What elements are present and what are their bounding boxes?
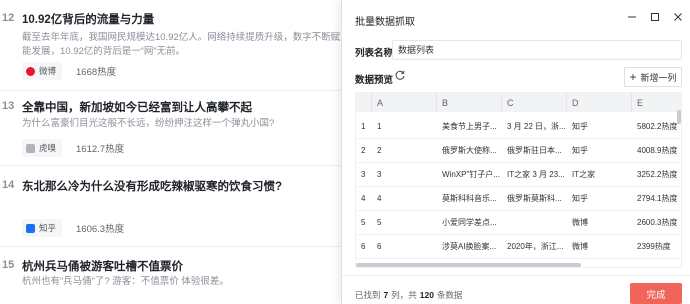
batch-scrape-dialog: 批量数据抓取 列表名称: 数据列表 数据预览 + 新增一列 A B C D E 1 1 美食节… <box>341 0 690 304</box>
row-divider <box>356 258 681 259</box>
item-desc: 截至去年年底，我国网民规模达10.92亿人。网络持续提质升级，数字不断赋能发展，… <box>22 32 341 57</box>
status-text: 已找到 7 列，共 120 条数据 <box>355 289 462 301</box>
column-header[interactable]: E <box>632 93 681 112</box>
table-cell[interactable]: 4 <box>372 186 437 210</box>
hot-list: 12 10.92亿背后的流量与力量 截至去年年底，我国网民规模达10.92亿人。… <box>0 0 345 304</box>
minimize-icon[interactable] <box>625 9 639 25</box>
status-mid: 列，共 <box>391 290 417 300</box>
list-item[interactable]: 13 全靠中国，新加坡如今已经富到让人高攀不起 为什么富豪们目光这般不长远，纷纷… <box>0 91 345 163</box>
table-cell[interactable]: 5802.2热度 <box>632 114 681 138</box>
item-desc: 杭州也有“兵马俑”了? 游客：不值票价 体验很差。 <box>22 276 229 287</box>
row-number[interactable]: 3 <box>356 162 372 186</box>
table-cell[interactable]: 2020年，浙江... <box>502 234 567 258</box>
table-cell[interactable]: 3 <box>372 162 437 186</box>
source-name: 知乎 <box>39 223 57 233</box>
table-cell[interactable]: 知乎 <box>567 138 632 162</box>
table-cell[interactable]: 俄罗斯莫斯科... <box>502 186 567 210</box>
status-row-count: 120 <box>419 290 434 300</box>
close-icon[interactable] <box>671 9 685 25</box>
row-number[interactable]: 6 <box>356 234 372 258</box>
rank-number: 13 <box>2 100 15 112</box>
table-cell[interactable] <box>502 210 567 234</box>
item-title[interactable]: 全靠中国，新加坡如今已经富到让人高攀不起 <box>22 99 252 115</box>
table-cell[interactable]: 6 <box>372 234 437 258</box>
hot-value: 1612.7热度 <box>76 144 125 155</box>
column-header[interactable]: D <box>567 93 632 112</box>
huxiu-icon <box>26 143 35 153</box>
item-title[interactable]: 10.92亿背后的流量与力量 <box>22 11 154 27</box>
list-name-input[interactable]: 数据列表 <box>392 40 682 60</box>
table-cell[interactable]: IT之家 <box>567 162 632 186</box>
source-name: 微博 <box>39 66 57 76</box>
source-badge: 微博 <box>22 62 63 80</box>
table-cell[interactable]: 微博 <box>567 234 632 258</box>
zhihu-icon <box>26 223 35 233</box>
table-cell[interactable]: 小爱同学差点... <box>437 210 502 234</box>
table-cell[interactable]: 知乎 <box>567 186 632 210</box>
hot-value: 1606.3热度 <box>76 224 125 235</box>
rank-number: 12 <box>2 12 15 24</box>
status-column-count: 7 <box>383 290 389 300</box>
table-cell[interactable]: 微博 <box>567 210 632 234</box>
column-header[interactable]: B <box>437 93 502 112</box>
vertical-scrollbar[interactable] <box>677 110 681 124</box>
row-number[interactable]: 2 <box>356 138 372 162</box>
list-item[interactable]: 15 杭州兵马俑被游客吐槽不值票价 杭州也有“兵马俑”了? 游客：不值票价 体验… <box>0 247 345 304</box>
list-item[interactable]: 14 东北那么冷为什么没有形成吃辣椒驱寒的饮食习惯? 知乎 1606.3热度 <box>0 166 345 246</box>
preview-table: A B C D E 1 1 美食节上男子... 3 月 22 日，浙... 知乎 5802.2热度 2… <box>355 92 682 268</box>
rank-number: 14 <box>2 179 15 191</box>
item-meta: 知乎 1606.3热度 <box>22 219 124 237</box>
table-cell[interactable]: 2600.3热度 <box>632 210 681 234</box>
column-header[interactable]: C <box>502 93 567 112</box>
table-cell[interactable]: 5 <box>372 210 437 234</box>
footer-divider <box>342 275 690 276</box>
status-suffix: 条数据 <box>436 290 463 300</box>
table-cell[interactable]: 俄罗斯驻日本... <box>502 138 567 162</box>
table-cell[interactable]: 4008.9热度 <box>632 138 681 162</box>
add-column-label: 新增一列 <box>640 72 677 83</box>
table-cell[interactable]: IT之家 3 月 23... <box>502 162 567 186</box>
page: 12 10.92亿背后的流量与力量 截至去年年底，我国网民规模达10.92亿人。… <box>0 0 690 304</box>
plus-icon: + <box>629 70 637 84</box>
table-cell[interactable]: 2399热度 <box>632 234 681 258</box>
hot-value: 1668热度 <box>76 67 117 78</box>
table-cell[interactable]: 3252.2热度 <box>632 162 681 186</box>
source-badge: 虎嗅 <box>22 139 63 157</box>
item-title[interactable]: 东北那么冷为什么没有形成吃辣椒驱寒的饮食习惯? <box>22 178 282 194</box>
item-meta: 虎嗅 1612.7热度 <box>22 139 124 157</box>
refresh-icon[interactable] <box>394 69 406 81</box>
table-cell[interactable]: 俄罗斯大使称... <box>437 138 502 162</box>
source-badge: 知乎 <box>22 219 63 237</box>
table-cell[interactable]: 涉莫AI换脸案... <box>437 234 502 258</box>
table-cell[interactable]: 莫斯科科音乐... <box>437 186 502 210</box>
column-header[interactable]: A <box>372 93 437 112</box>
row-number[interactable]: 1 <box>356 114 372 138</box>
item-title[interactable]: 杭州兵马俑被游客吐槽不值票价 <box>22 258 183 274</box>
table-cell[interactable]: WinXP"钉子户... <box>437 162 502 186</box>
column-header[interactable] <box>356 93 372 112</box>
row-number[interactable]: 5 <box>356 210 372 234</box>
table-cell[interactable]: 2 <box>372 138 437 162</box>
list-name-label: 列表名称: <box>355 48 397 59</box>
table-cell[interactable]: 1 <box>372 114 437 138</box>
status-prefix: 已找到 <box>355 290 381 300</box>
add-column-button[interactable]: + 新增一列 <box>624 67 682 87</box>
done-button[interactable]: 完成 <box>630 283 682 304</box>
row-number[interactable]: 4 <box>356 186 372 210</box>
table-cell[interactable]: 2794.1热度 <box>632 186 681 210</box>
preview-label: 数据预览 <box>355 75 394 86</box>
rank-number: 15 <box>2 259 15 271</box>
item-meta: 微博 1668热度 <box>22 62 116 80</box>
maximize-icon[interactable] <box>648 9 662 25</box>
list-item[interactable]: 12 10.92亿背后的流量与力量 截至去年年底，我国网民规模达10.92亿人。… <box>0 0 345 92</box>
dialog-title: 批量数据抓取 <box>355 17 415 28</box>
table-cell[interactable]: 知乎 <box>567 114 632 138</box>
horizontal-scrollbar[interactable] <box>356 263 581 267</box>
item-desc: 为什么富豪们目光这般不长远，纷纷押注这样一个弹丸小国? <box>22 118 275 129</box>
table-cell[interactable]: 3 月 22 日，浙... <box>502 114 567 138</box>
weibo-icon <box>26 66 35 76</box>
table-cell[interactable]: 美食节上男子... <box>437 114 502 138</box>
source-name: 虎嗅 <box>39 143 57 153</box>
